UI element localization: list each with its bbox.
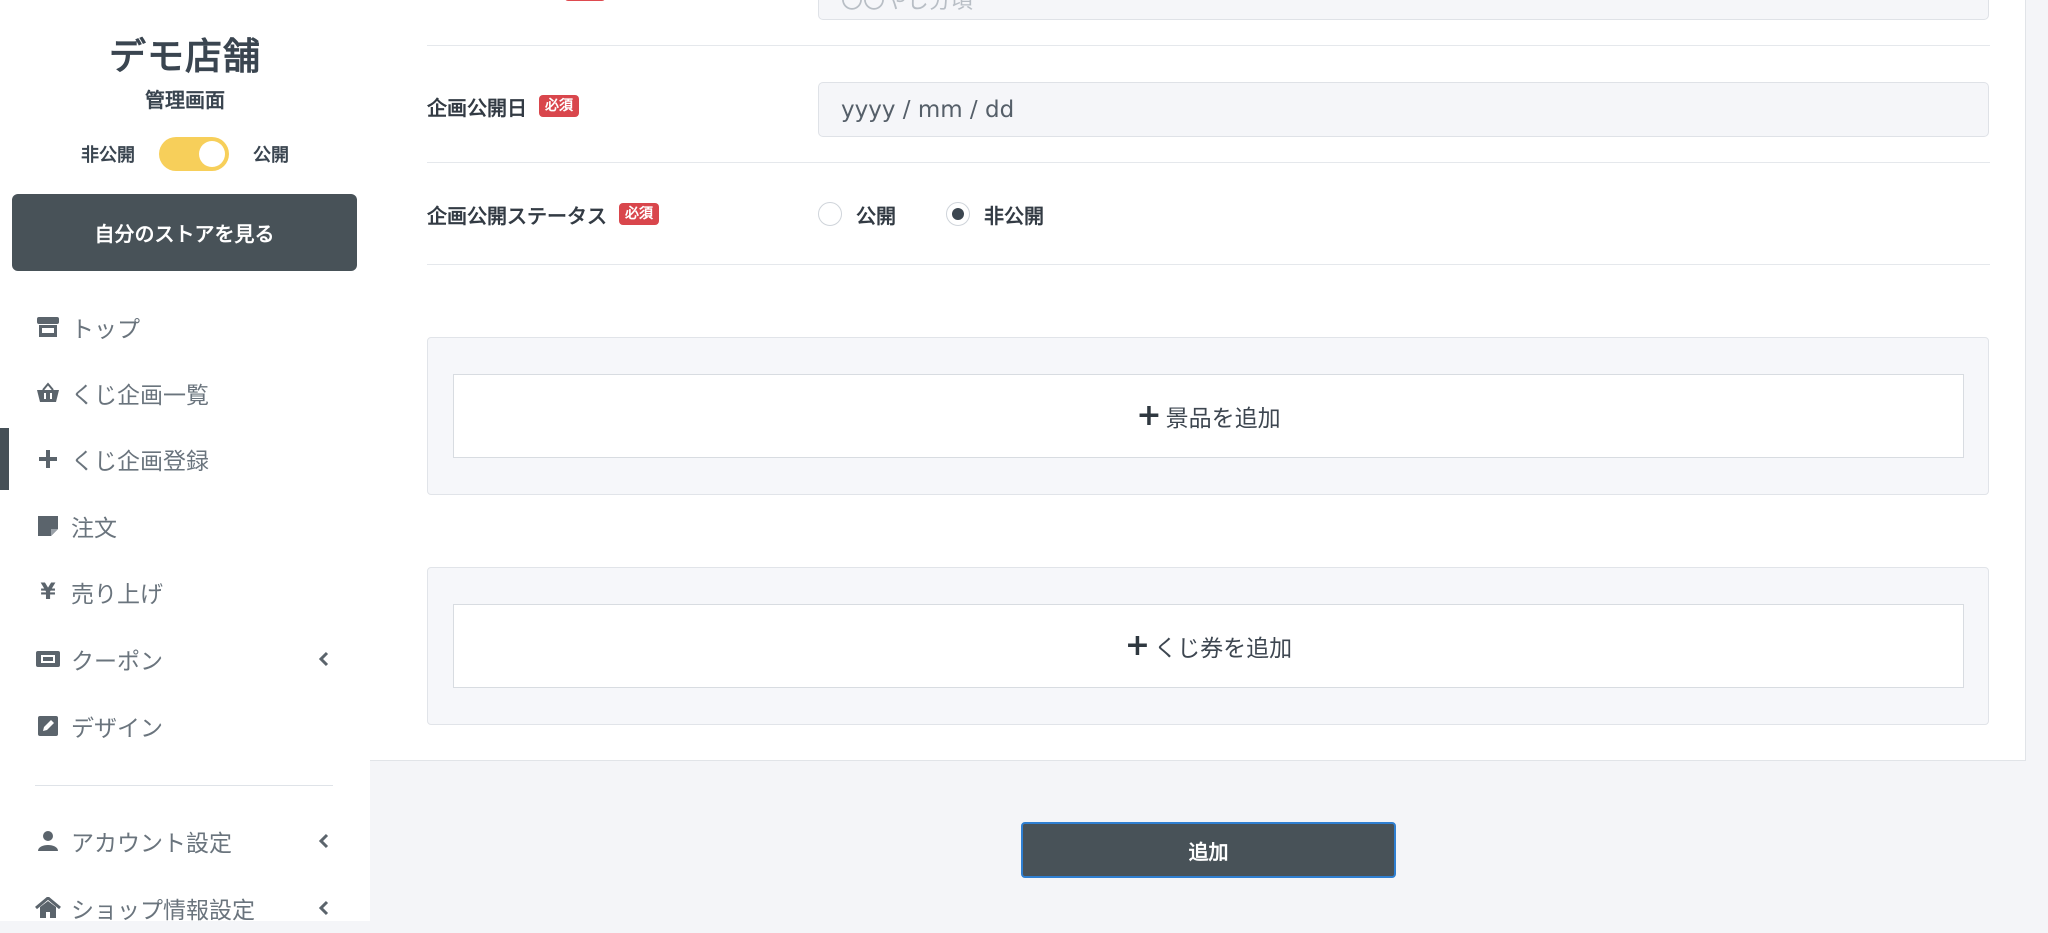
radio-public-label: 公開 — [856, 203, 896, 228]
nav-item-top[interactable]: トップ — [0, 302, 370, 352]
previous-field-input[interactable]: 〇〇やじ分頃 — [818, 0, 1989, 20]
add-ticket-button[interactable]: + くじ券を追加 — [453, 604, 1964, 688]
add-prize-button[interactable]: + 景品を追加 — [453, 374, 1964, 458]
publish-status-label: 企画公開ステータス 必須 — [427, 200, 659, 228]
nav-item-account-settings[interactable]: アカウント設定 — [0, 816, 370, 866]
nav-item-design[interactable]: デザイン — [0, 701, 370, 751]
add-prize-label: 景品を追加 — [1165, 406, 1281, 432]
view-my-store-button[interactable]: 自分のストアを見る — [12, 194, 357, 271]
toggle-knob — [199, 141, 225, 167]
publish-date-input[interactable]: yyyy / mm / dd — [818, 82, 1989, 137]
sidebar: デモ店舗 管理画面 非公開 公開 自分のストアを見る トップ くじ企画一覧 くじ… — [0, 0, 370, 924]
nav-label: ショップ情報設定 — [71, 898, 255, 924]
plus-icon — [35, 446, 61, 472]
nav-label: 売り上げ — [71, 582, 163, 608]
nav-item-sales[interactable]: ¥ 売り上げ — [0, 567, 370, 617]
ticket-icon — [35, 646, 61, 672]
note-icon — [35, 513, 61, 539]
plus-icon: + — [1124, 628, 1151, 663]
publish-date-label: 企画公開日 必須 — [427, 92, 579, 120]
toggle-on-label: 公開 — [253, 145, 289, 166]
chevron-left-icon — [318, 883, 330, 933]
nav-item-coupon[interactable]: クーポン — [0, 634, 370, 684]
radio-private-label: 非公開 — [984, 203, 1044, 228]
radio-private[interactable] — [946, 202, 970, 226]
store-icon — [35, 314, 61, 340]
publish-toggle-row: 非公開 公開 — [0, 134, 370, 174]
toggle-off-label: 非公開 — [81, 145, 135, 166]
yen-icon: ¥ — [40, 579, 56, 605]
chevron-left-icon — [318, 816, 330, 866]
nav-item-shop-settings[interactable]: ショップ情報設定 — [0, 883, 370, 933]
required-badge — [565, 0, 605, 1]
nav-label: 注文 — [71, 516, 117, 542]
home-icon — [35, 895, 61, 921]
plus-icon: + — [1136, 398, 1162, 433]
nav-label: アカウント設定 — [71, 831, 232, 857]
row-divider — [427, 162, 1990, 163]
nav-label: クーポン — [71, 649, 163, 675]
publish-date-label-text: 企画公開日 — [427, 95, 527, 120]
sidebar-divider — [35, 785, 333, 786]
admin-subtitle: 管理画面 — [145, 88, 225, 112]
nav-label: くじ企画登録 — [71, 449, 209, 475]
basket-icon — [35, 380, 61, 406]
add-ticket-label: くじ券を追加 — [1154, 636, 1293, 662]
nav-label: トップ — [71, 317, 140, 343]
required-badge: 必須 — [539, 95, 579, 117]
prize-section: + 景品を追加 — [427, 337, 1989, 495]
row-divider — [427, 45, 1990, 46]
nav-label: デザイン — [71, 716, 163, 742]
radio-public[interactable] — [818, 202, 842, 226]
nav-item-lottery-list[interactable]: くじ企画一覧 — [0, 368, 370, 418]
nav-item-lottery-register[interactable]: くじ企画登録 — [0, 428, 370, 490]
ticket-section: + くじ券を追加 — [427, 567, 1989, 725]
nav-item-orders[interactable]: 注文 — [0, 501, 370, 551]
publish-status-label-text: 企画公開ステータス — [427, 203, 607, 228]
publish-toggle[interactable] — [159, 137, 229, 171]
row-divider — [427, 264, 1990, 265]
nav-label: くじ企画一覧 — [71, 383, 209, 409]
submit-add-button[interactable]: 追加 — [1021, 822, 1396, 878]
required-badge: 必須 — [619, 203, 659, 225]
shop-name: デモ店舗 — [109, 35, 261, 78]
publish-status-radio-group: 公開 非公開 — [818, 198, 1044, 230]
chevron-left-icon — [318, 634, 330, 684]
user-icon — [35, 828, 61, 854]
edit-icon — [35, 713, 61, 739]
